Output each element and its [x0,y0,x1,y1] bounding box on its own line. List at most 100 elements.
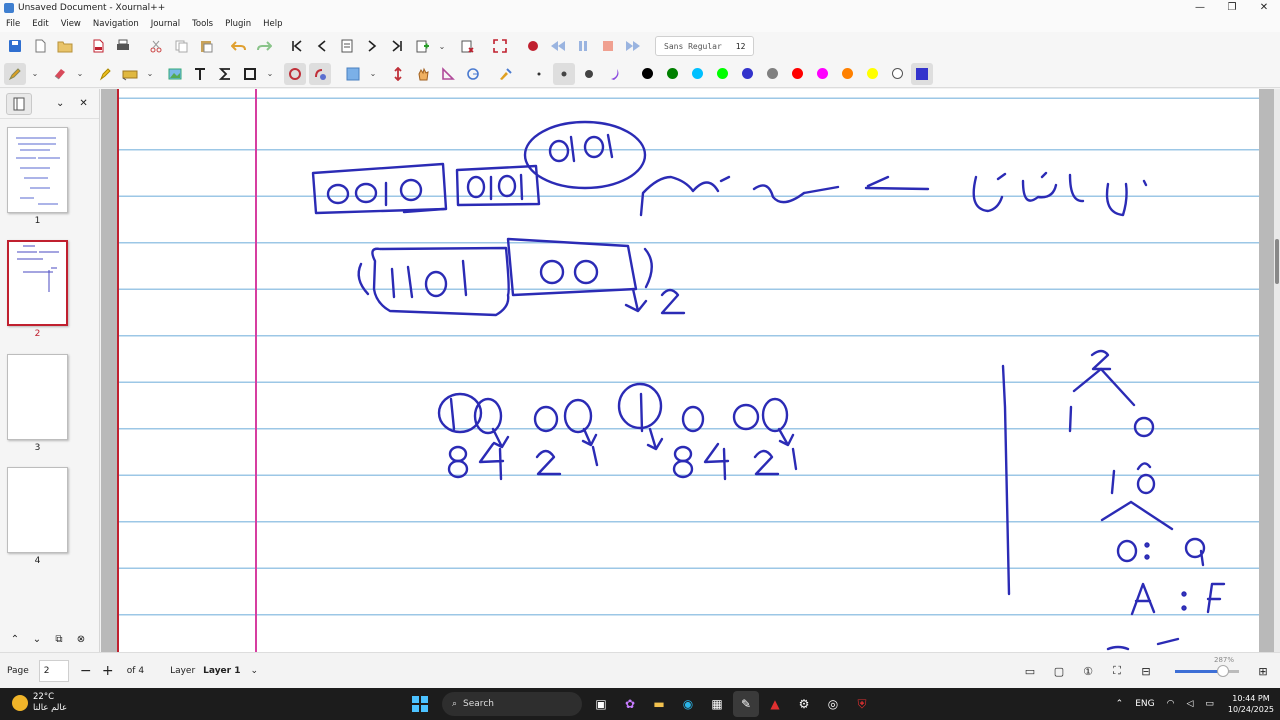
stop-icon[interactable] [597,35,619,57]
menu-navigation[interactable]: Navigation [93,19,139,29]
microsoft-store-icon[interactable]: ▦ [704,691,730,717]
zoom-fit-icon[interactable]: ⛶ [1105,664,1129,678]
chrome-icon[interactable]: ◎ [820,691,846,717]
record-icon[interactable] [522,35,544,57]
default-tools-icon[interactable] [495,63,517,85]
redo-icon[interactable] [253,35,275,57]
rectangle-shape-icon[interactable] [239,63,261,85]
previous-page-icon[interactable] [311,35,333,57]
mcafee-icon[interactable]: ⛨ [849,691,875,717]
image-icon[interactable] [164,63,186,85]
thin-stroke-icon[interactable] [528,63,550,85]
pen-options-chevron-icon[interactable]: ⌄ [29,63,41,85]
vertical-scrollbar-thumb[interactable] [1275,239,1279,284]
copilot-icon[interactable]: ✿ [617,691,643,717]
zoom-in-icon[interactable]: ⊞ [1251,665,1275,678]
fullscreen-icon[interactable] [489,35,511,57]
page-thumbnail-2[interactable] [7,240,68,326]
move-page-up-icon[interactable]: ⌃ [4,634,26,645]
document-canvas[interactable] [101,89,1280,652]
last-page-icon[interactable] [386,35,408,57]
fast-forward-icon[interactable] [622,35,644,57]
color-red-swatch[interactable] [786,63,808,85]
dual-page-icon[interactable]: ▭ [1018,665,1042,678]
open-folder-icon[interactable] [54,35,76,57]
text-tool-icon[interactable] [189,63,211,85]
next-page-icon[interactable] [361,35,383,57]
page-number-input[interactable]: 2 [38,659,69,682]
close-button[interactable]: ✕ [1248,0,1280,16]
settings-gear-icon[interactable]: ⚙ [791,691,817,717]
color-black-swatch[interactable] [636,63,658,85]
delete-page-icon[interactable]: ⊗ [70,634,92,645]
menu-help[interactable]: Help [263,19,282,29]
ruler-snap-icon[interactable] [309,62,331,85]
menu-journal[interactable]: Journal [151,19,180,29]
color-picker-icon[interactable] [603,63,625,85]
maximize-button[interactable]: ❐ [1216,0,1248,16]
menu-view[interactable]: View [61,19,81,29]
hand-tool-icon[interactable] [412,63,434,85]
weather-widget[interactable]: 22°C عالم عالنا [12,692,67,714]
move-page-down-icon[interactable]: ⌄ [26,634,48,645]
rewind-icon[interactable] [547,35,569,57]
medium-stroke-icon[interactable] [553,62,575,85]
math-tex-icon[interactable] [214,63,236,85]
undo-icon[interactable] [228,35,250,57]
menu-plugin[interactable]: Plugin [225,19,251,29]
selection-tool-icon[interactable] [119,63,141,85]
export-pdf-icon[interactable] [87,35,109,57]
presentation-mode-icon[interactable]: ▢ [1047,665,1071,678]
pause-icon[interactable] [572,35,594,57]
color-selected-swatch[interactable] [911,62,933,85]
delete-page-icon[interactable] [456,35,478,57]
page-increment-button[interactable]: + [97,663,119,679]
shape-recognizer-icon[interactable] [284,62,306,85]
selection-options-chevron-icon[interactable]: ⌄ [144,63,156,85]
windows-start-icon[interactable] [407,691,433,717]
color-white-swatch[interactable] [886,63,908,85]
fill-options-chevron-icon[interactable]: ⌄ [367,63,379,85]
sidebar-close-icon[interactable]: ✕ [79,98,87,109]
save-icon[interactable] [4,35,26,57]
color-green-swatch[interactable] [661,63,683,85]
xournal-taskbar-icon[interactable]: ✎ [733,691,759,717]
page-preview-tab-icon[interactable] [6,92,32,115]
task-view-icon[interactable]: ▣ [588,691,614,717]
vertical-scrollbar[interactable] [1274,89,1280,652]
color-gray-swatch[interactable] [761,63,783,85]
page-thumbnail-4[interactable] [7,467,68,553]
color-lightblue-swatch[interactable] [686,63,708,85]
minimize-button[interactable]: — [1184,0,1216,16]
chevron-down-icon[interactable]: ⌄ [436,35,448,57]
menu-file[interactable]: File [6,19,20,29]
zoom-slider-knob[interactable] [1217,664,1229,677]
page-thumbnail-3[interactable] [7,354,68,440]
zoom-out-icon[interactable]: ⊟ [1134,665,1158,678]
eraser-options-chevron-icon[interactable]: ⌄ [74,63,86,85]
fill-color-icon[interactable] [342,63,364,85]
layer-dropdown-chevron-icon[interactable]: ⌄ [251,666,259,676]
menu-tools[interactable]: Tools [192,19,213,29]
duplicate-page-icon[interactable]: ⧉ [48,634,70,645]
font-selector[interactable]: Sans Regular 12 [655,36,755,56]
language-indicator[interactable]: ENG [1135,699,1154,709]
menu-edit[interactable]: Edit [32,19,48,29]
file-explorer-icon[interactable]: ▬ [646,691,672,717]
color-magenta-swatch[interactable] [811,63,833,85]
color-yellow-swatch[interactable] [861,63,883,85]
taskbar-clock[interactable]: 10:44 PM 10/24/2025 [1228,693,1274,715]
new-document-icon[interactable] [29,35,51,57]
shape-options-chevron-icon[interactable]: ⌄ [264,63,276,85]
vertical-space-icon[interactable] [387,63,409,85]
sidebar-dropdown-chevron-icon[interactable]: ⌄ [56,98,64,109]
pen-icon[interactable] [4,62,26,85]
first-page-icon[interactable] [286,35,308,57]
taskbar-search[interactable]: ⌕ Search [442,692,582,716]
goto-page-icon[interactable] [336,35,358,57]
wifi-icon[interactable]: ◠ [1167,699,1175,709]
thick-stroke-icon[interactable] [578,63,600,85]
page-decrement-button[interactable]: − [75,663,97,679]
print-icon[interactable] [112,35,134,57]
color-blue-swatch[interactable] [736,63,758,85]
